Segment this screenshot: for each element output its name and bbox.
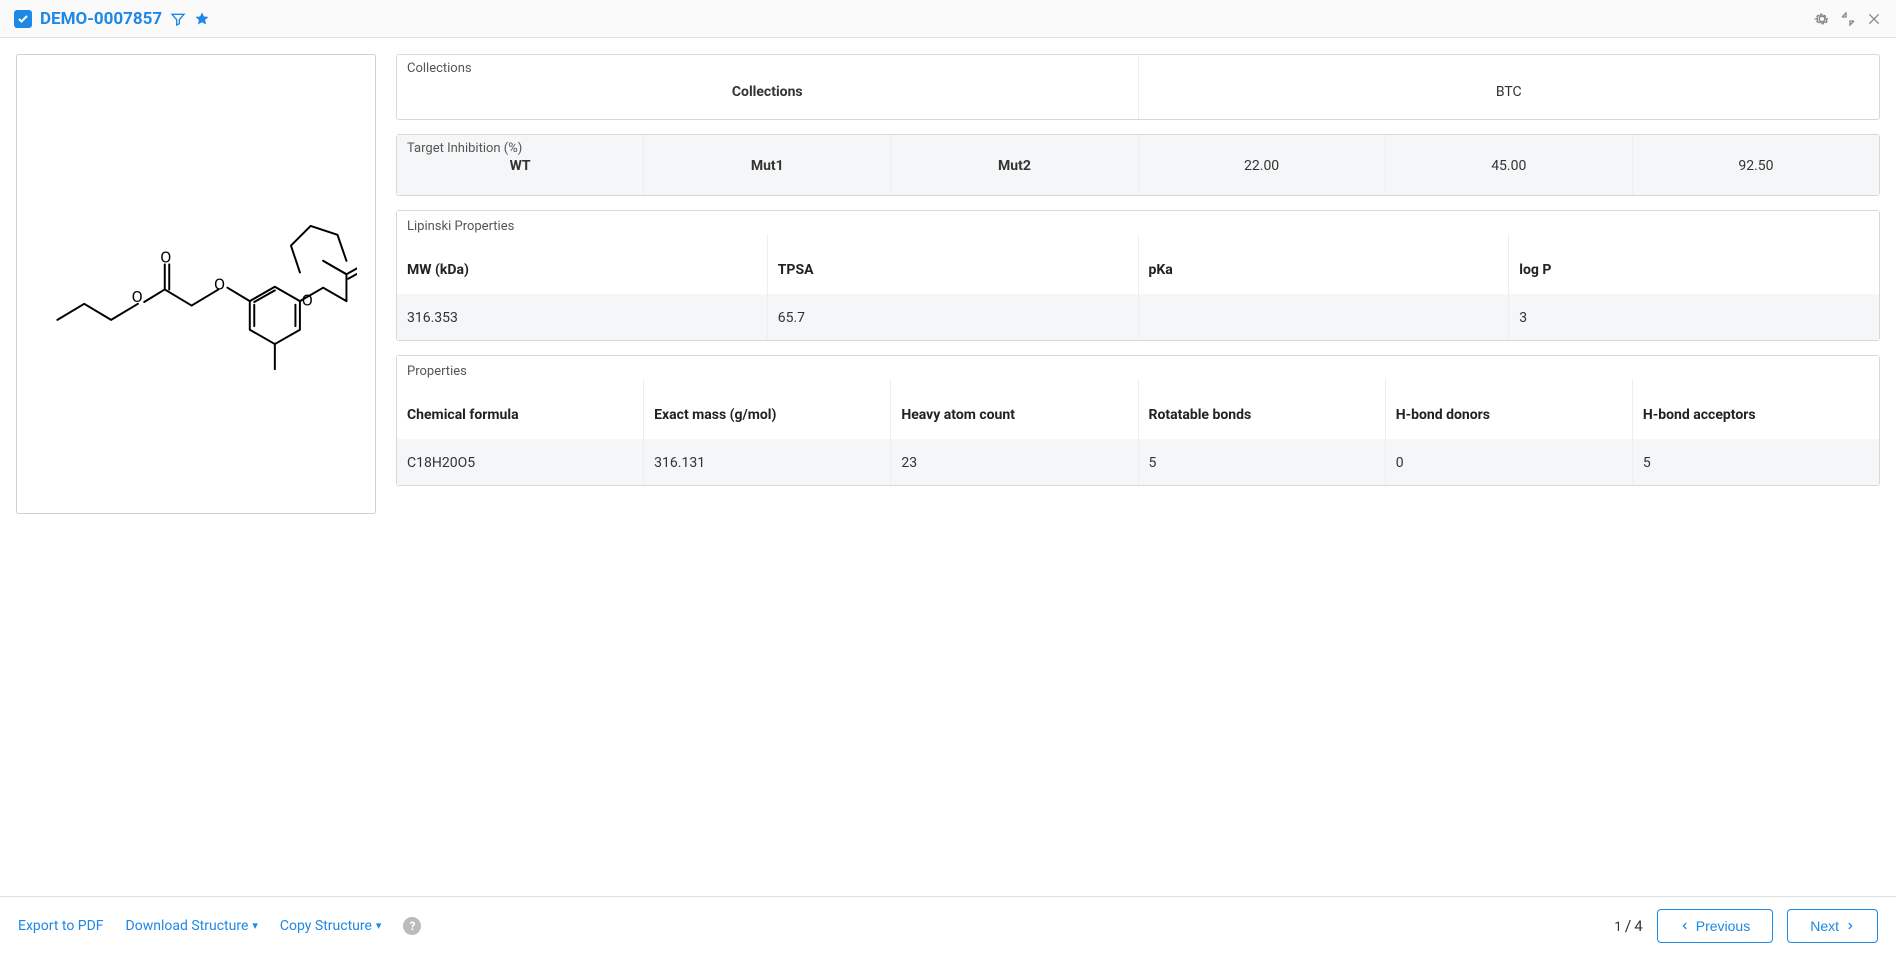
filter-icon[interactable] [170, 11, 186, 27]
properties-section: Properties Chemical formula Exact mass (… [396, 355, 1880, 486]
data-pane: Collections Collections BTC Target Inhib… [396, 54, 1880, 878]
target-label-mut1: Mut1 [644, 135, 891, 195]
collections-row: Collections BTC [397, 55, 1879, 119]
collections-label-cell: Collections [397, 55, 1139, 119]
header-bar: DEMO-0007857 [0, 0, 1896, 38]
lipinski-section: Lipinski Properties MW (kDa) TPSA pKa lo… [396, 210, 1880, 341]
export-pdf-link[interactable]: Export to PDF [18, 918, 104, 934]
target-value-mut2: 92.50 [1633, 135, 1879, 195]
lipinski-caption: Lipinski Properties [397, 211, 1879, 234]
header-left: DEMO-0007857 [14, 9, 210, 29]
lipinski-value-tpsa: 65.7 [768, 294, 1139, 340]
copy-structure-label: Copy Structure [280, 918, 372, 934]
properties-header-row: Chemical formula Exact mass (g/mol) Heav… [397, 379, 1879, 439]
footer-right: 1 / 4 Previous Next [1614, 909, 1878, 943]
properties-caption: Properties [397, 356, 1879, 379]
footer-left: Export to PDF Download Structure ▾ Copy … [18, 917, 421, 935]
collapse-icon[interactable] [1840, 11, 1856, 27]
previous-button[interactable]: Previous [1657, 909, 1773, 943]
content-area: O O O O [0, 38, 1896, 894]
molecule-structure-icon: O O O O [35, 78, 357, 490]
star-icon[interactable] [194, 11, 210, 27]
download-structure-link[interactable]: Download Structure ▾ [126, 918, 258, 934]
chevron-down-icon: ▾ [376, 919, 382, 932]
collections-caption: Collections [407, 61, 472, 76]
footer-bar: Export to PDF Download Structure ▾ Copy … [0, 896, 1896, 954]
prop-value-rotatable: 5 [1139, 439, 1386, 485]
lipinski-header-logp: log P [1509, 234, 1879, 294]
export-pdf-label: Export to PDF [18, 918, 104, 934]
settings-icon[interactable] [1814, 11, 1830, 27]
copy-structure-link[interactable]: Copy Structure ▾ [280, 918, 382, 934]
lipinski-value-pka [1139, 294, 1510, 340]
prop-header-hdonors: H-bond donors [1386, 379, 1633, 439]
svg-text:O: O [214, 274, 225, 293]
prop-value-formula: C18H20O5 [397, 439, 644, 485]
lipinski-value-logp: 3 [1509, 294, 1879, 340]
next-label: Next [1810, 918, 1839, 934]
previous-label: Previous [1696, 918, 1750, 934]
structure-pane[interactable]: O O O O [16, 54, 376, 514]
prop-value-mass: 316.131 [644, 439, 891, 485]
select-checkbox[interactable] [14, 10, 32, 28]
properties-data-row: C18H20O5 316.131 23 5 0 5 [397, 439, 1879, 485]
target-value-mut1: 45.00 [1386, 135, 1633, 195]
target-row: WT Mut1 Mut2 22.00 45.00 92.50 [397, 135, 1879, 195]
lipinski-header-tpsa: TPSA [768, 234, 1139, 294]
prop-header-rotatable: Rotatable bonds [1139, 379, 1386, 439]
help-icon[interactable]: ? [403, 917, 421, 935]
pager-slash: / [1625, 916, 1632, 935]
lipinski-header-row: MW (kDa) TPSA pKa log P [397, 234, 1879, 294]
prop-value-hdonors: 0 [1386, 439, 1633, 485]
chevron-left-icon [1680, 921, 1690, 931]
svg-text:O: O [160, 248, 171, 267]
pager-indicator: 1 / 4 [1614, 916, 1642, 935]
pager-current: 1 [1614, 920, 1621, 935]
prop-header-heavy: Heavy atom count [891, 379, 1138, 439]
record-title[interactable]: DEMO-0007857 [40, 9, 162, 29]
chevron-down-icon: ▾ [252, 919, 258, 932]
chevron-right-icon [1845, 921, 1855, 931]
collections-section: Collections Collections BTC [396, 54, 1880, 120]
checkmark-icon [17, 13, 29, 25]
lipinski-value-mw: 316.353 [397, 294, 768, 340]
prop-value-hacceptors: 5 [1633, 439, 1879, 485]
target-value-wt: 22.00 [1139, 135, 1386, 195]
next-button[interactable]: Next [1787, 909, 1878, 943]
prop-header-formula: Chemical formula [397, 379, 644, 439]
collections-value-cell: BTC [1139, 55, 1880, 119]
lipinski-header-pka: pKa [1139, 234, 1510, 294]
prop-header-hacceptors: H-bond acceptors [1633, 379, 1879, 439]
target-caption: Target Inhibition (%) [407, 141, 522, 156]
header-right [1814, 11, 1882, 27]
pager-total: 4 [1634, 917, 1642, 935]
prop-header-mass: Exact mass (g/mol) [644, 379, 891, 439]
target-label-mut2: Mut2 [891, 135, 1138, 195]
lipinski-header-mw: MW (kDa) [397, 234, 768, 294]
lipinski-data-row: 316.353 65.7 3 [397, 294, 1879, 340]
target-inhibition-section: Target Inhibition (%) WT Mut1 Mut2 22.00… [396, 134, 1880, 196]
svg-text:O: O [132, 287, 143, 306]
close-icon[interactable] [1866, 11, 1882, 27]
prop-value-heavy: 23 [891, 439, 1138, 485]
download-structure-label: Download Structure [126, 918, 249, 934]
